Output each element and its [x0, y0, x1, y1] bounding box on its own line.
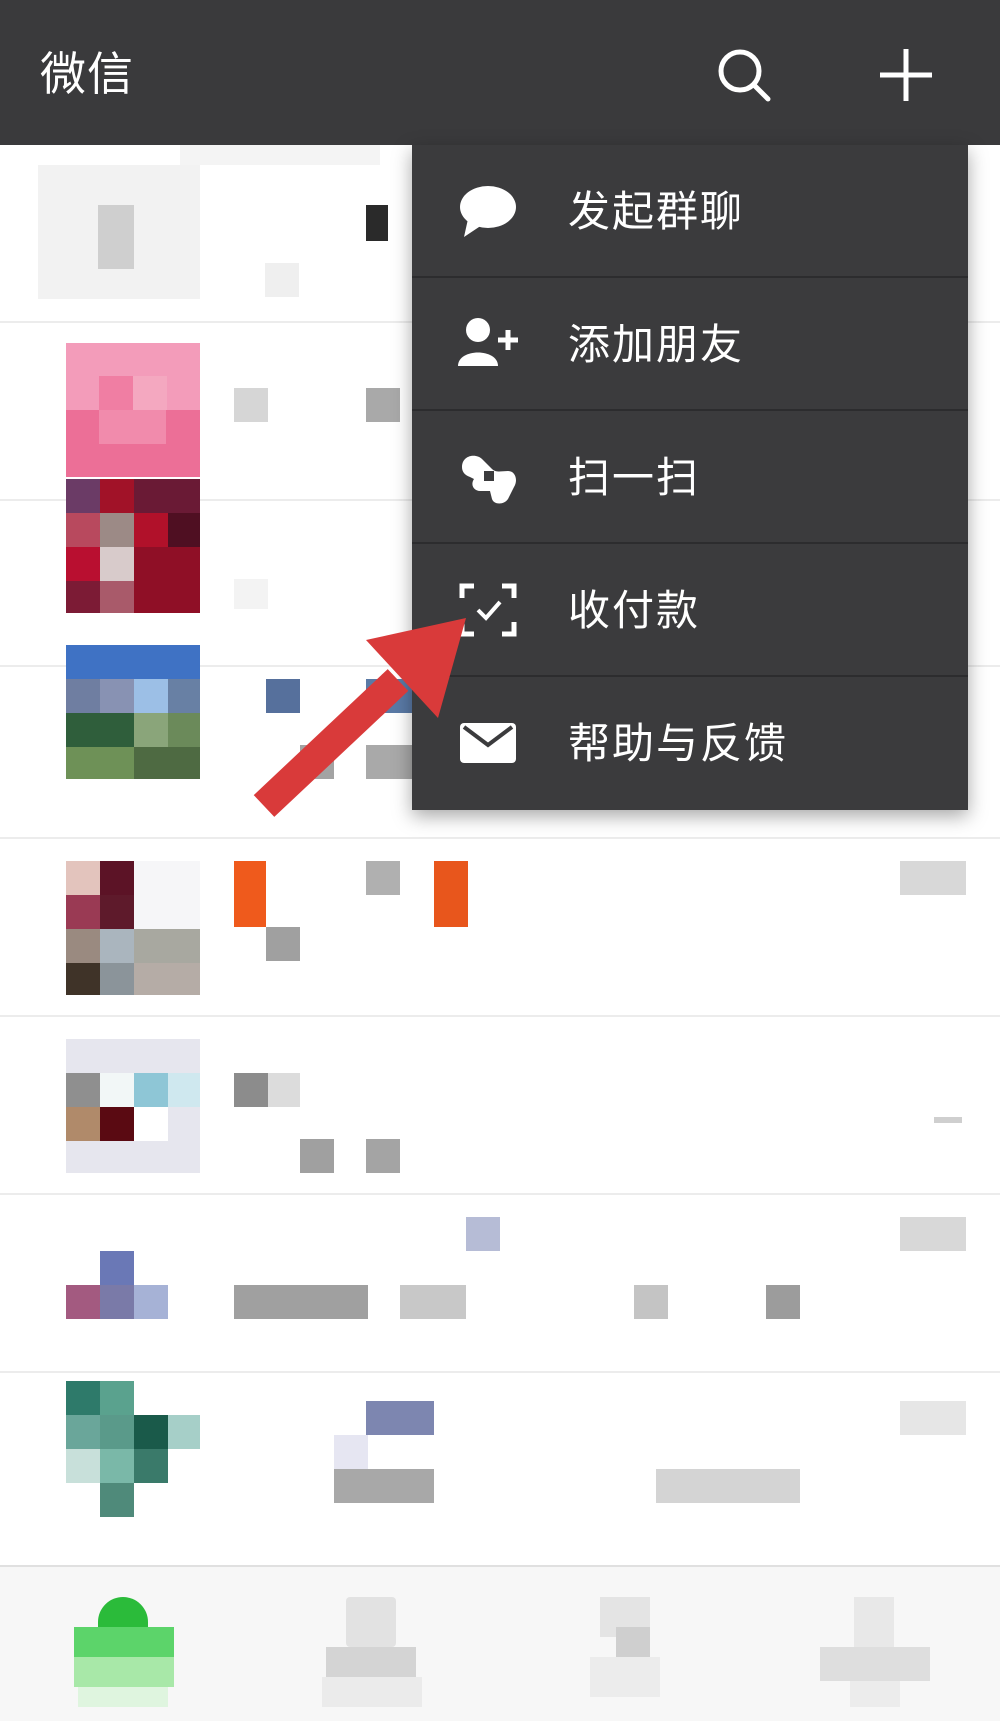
avatar [66, 343, 200, 477]
redacted-block [334, 1435, 368, 1469]
redacted-block [334, 1469, 434, 1503]
menu-item-help-feedback[interactable]: 帮助与反馈 [412, 677, 968, 810]
redacted-block [234, 579, 268, 609]
redacted-block [466, 1217, 500, 1251]
chat-row[interactable] [0, 839, 1000, 1017]
redacted-block [900, 1401, 966, 1435]
avatar [66, 1039, 200, 1173]
avatar [66, 645, 200, 779]
redacted-block [266, 927, 300, 961]
menu-item-label: 收付款 [568, 586, 701, 635]
redacted-block [366, 1401, 434, 1435]
redacted-block [234, 1073, 268, 1107]
redacted-block [766, 1285, 800, 1319]
redacted-block [366, 679, 412, 713]
menu-item-payment[interactable]: 收付款 [412, 544, 968, 677]
redacted-block [300, 1139, 334, 1173]
avatar [38, 165, 200, 299]
menu-item-scan[interactable]: 扫一扫 [412, 411, 968, 544]
plus-dropdown-menu: 发起群聊 添加朋友 扫一扫 收付款 帮助与反馈 [412, 145, 968, 810]
menu-item-group-chat[interactable]: 发起群聊 [412, 145, 968, 278]
avatar [66, 479, 200, 613]
redacted-block [366, 388, 400, 422]
discover-tab-icon[interactable] [570, 1587, 680, 1707]
chat-row[interactable] [0, 1017, 1000, 1195]
payment-icon [456, 580, 520, 640]
redacted-block [900, 1217, 966, 1251]
me-tab-icon[interactable] [820, 1587, 930, 1707]
redacted-block [234, 1285, 368, 1319]
redacted-block [366, 745, 412, 779]
avatar [66, 861, 200, 995]
redacted-block [366, 1139, 400, 1173]
chat-row[interactable] [0, 1373, 1000, 1565]
avatar [66, 1381, 200, 1547]
avatar [66, 1217, 200, 1351]
chat-row[interactable] [0, 1195, 1000, 1373]
mail-icon [456, 713, 520, 773]
scan-icon [456, 447, 520, 507]
redacted-block [234, 861, 266, 927]
redacted-block [366, 205, 388, 241]
app-title: 微信 [40, 47, 134, 101]
redacted-block [400, 1285, 466, 1319]
redacted-block [656, 1469, 800, 1503]
menu-item-label: 添加朋友 [568, 320, 745, 369]
redacted-block [634, 1285, 668, 1319]
redacted-block [366, 861, 400, 895]
redacted-block [268, 1073, 300, 1107]
add-friend-icon [456, 314, 520, 374]
redacted-block [934, 1117, 962, 1123]
chats-tab-icon[interactable] [68, 1587, 178, 1707]
menu-item-label: 扫一扫 [568, 453, 701, 502]
redacted-block [900, 861, 966, 895]
menu-item-label: 帮助与反馈 [568, 719, 789, 768]
redacted-block [266, 679, 300, 713]
chat-bubble-icon [456, 181, 520, 241]
redacted-block [265, 263, 299, 297]
search-icon[interactable] [714, 45, 774, 105]
menu-item-label: 发起群聊 [568, 187, 745, 236]
plus-icon[interactable] [876, 45, 936, 105]
redacted-block [300, 745, 334, 779]
redacted-block [434, 861, 468, 927]
bottom-tab-bar [0, 1565, 1000, 1721]
redacted-block [234, 388, 268, 422]
top-bar: 微信 [0, 0, 1000, 145]
contacts-tab-icon[interactable] [316, 1587, 426, 1707]
menu-item-add-friend[interactable]: 添加朋友 [412, 278, 968, 411]
redacted-block [180, 145, 380, 165]
